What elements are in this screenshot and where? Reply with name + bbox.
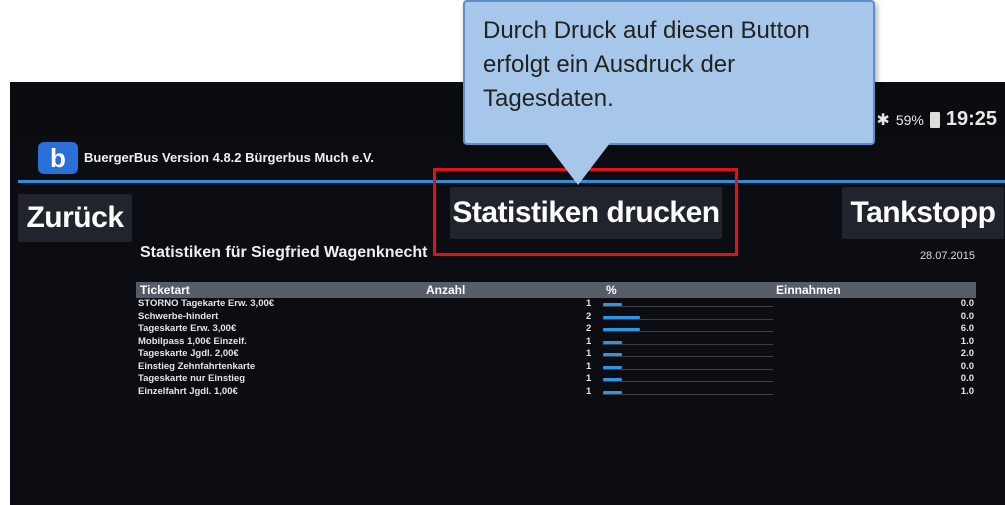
- ticket-name: Tageskarte Erw. 3,00€: [138, 323, 237, 334]
- percent-bar: [603, 315, 641, 319]
- battery-percent: 59%: [895, 111, 924, 128]
- ticket-name: Tageskarte nur Einstieg: [138, 373, 245, 384]
- percent-track: [603, 306, 773, 307]
- statistics-table: Ticketart Anzahl % Einnahmen STORNO Tage…: [136, 282, 976, 398]
- tankstop-button[interactable]: Tankstopp: [842, 187, 1004, 239]
- ticket-count: 1: [586, 348, 592, 359]
- ticket-name: Tageskarte Jgdl. 2,00€: [138, 348, 239, 359]
- percent-track: [603, 393, 773, 395]
- percent-track: [603, 331, 773, 332]
- percent-bar: [603, 390, 622, 394]
- stats-date: 28.07.2015: [919, 250, 975, 262]
- percent-track: [603, 318, 773, 320]
- col-ticket: Ticketart: [140, 283, 190, 297]
- ticket-name: Schwerbe-hindert: [138, 310, 219, 322]
- callout-box: Durch Druck auf diesen Button erfolgt ei…: [463, 0, 875, 145]
- ticket-count: 1: [586, 360, 592, 372]
- percent-bar: [603, 328, 641, 331]
- ticket-name: STORNO Tagekarte Erw. 3,00€: [138, 298, 275, 309]
- ticket-revenue: 0.0: [960, 310, 974, 322]
- app-title: BuergerBus Version 4.8.2 Bürgerbus Much …: [84, 150, 374, 165]
- percent-track: [603, 381, 773, 382]
- percent-bar: [603, 353, 622, 356]
- table-row: Tageskarte nur Einstieg 1 0.0: [136, 373, 976, 386]
- col-count: Anzahl: [426, 283, 466, 297]
- percent-bar: [603, 365, 622, 369]
- ticket-revenue: 0.0: [960, 360, 974, 372]
- table-header: Ticketart Anzahl % Einnahmen: [136, 282, 976, 298]
- table-row: Tageskarte Erw. 3,00€ 2 6.0: [136, 323, 976, 336]
- ticket-revenue: 6.0: [960, 323, 974, 334]
- percent-bar: [603, 340, 622, 344]
- table-row: Schwerbe-hindert 2 0.0: [136, 311, 976, 324]
- tablet-screen: ✱ 59% 19:25 b BuergerBus Version 4.8.2 B…: [10, 82, 1005, 505]
- ticket-revenue: 0.0: [960, 298, 974, 309]
- back-button[interactable]: Zurück: [18, 194, 132, 242]
- ticket-revenue: 0.0: [960, 373, 974, 384]
- stats-title: Statistiken für Siegfried Wagenknecht: [140, 244, 428, 261]
- clock: 19:25: [945, 108, 997, 130]
- battery-icon: [929, 111, 940, 128]
- ticket-name: Mobilpass 1,00€ Einzelf.: [138, 335, 247, 347]
- table-row: Mobilpass 1,00€ Einzelf. 1 1.0: [136, 336, 976, 349]
- ticket-count: 1: [586, 385, 592, 397]
- percent-bar: [603, 303, 622, 306]
- status-area: ✱ 59% 19:25: [876, 108, 997, 131]
- percent-track: [603, 368, 773, 370]
- app-logo-icon: b: [38, 142, 78, 174]
- percent-track: [603, 356, 773, 357]
- ticket-name: Einstieg Zehnfahrtenkarte: [138, 360, 256, 372]
- ticket-revenue: 1.0: [960, 385, 974, 397]
- ticket-revenue: 1.0: [960, 335, 974, 347]
- callout-text: Durch Druck auf diesen Button erfolgt ei…: [483, 17, 810, 112]
- col-revenue: Einnahmen: [776, 283, 841, 297]
- table-row: Tageskarte Jgdl. 2,00€ 1 2.0: [136, 348, 976, 361]
- ticket-name: Einzelfahrt Jgdl. 1,00€: [138, 385, 238, 397]
- table-row: Einstieg Zehnfahrtenkarte 1 0.0: [136, 361, 976, 374]
- ticket-count: 1: [586, 373, 592, 384]
- ticket-count: 2: [586, 323, 592, 334]
- col-percent: %: [606, 283, 617, 297]
- table-row: Einzelfahrt Jgdl. 1,00€ 1 1.0: [136, 386, 976, 399]
- ticket-count: 1: [586, 298, 592, 309]
- percent-bar: [603, 378, 622, 381]
- table-row: STORNO Tagekarte Erw. 3,00€ 1 0.0: [136, 298, 976, 311]
- ticket-count: 2: [586, 310, 592, 322]
- callout-pointer: [546, 143, 610, 185]
- ticket-count: 1: [586, 335, 592, 347]
- bluetooth-icon: ✱: [876, 111, 890, 129]
- ticket-revenue: 2.0: [960, 348, 974, 359]
- percent-track: [603, 343, 773, 345]
